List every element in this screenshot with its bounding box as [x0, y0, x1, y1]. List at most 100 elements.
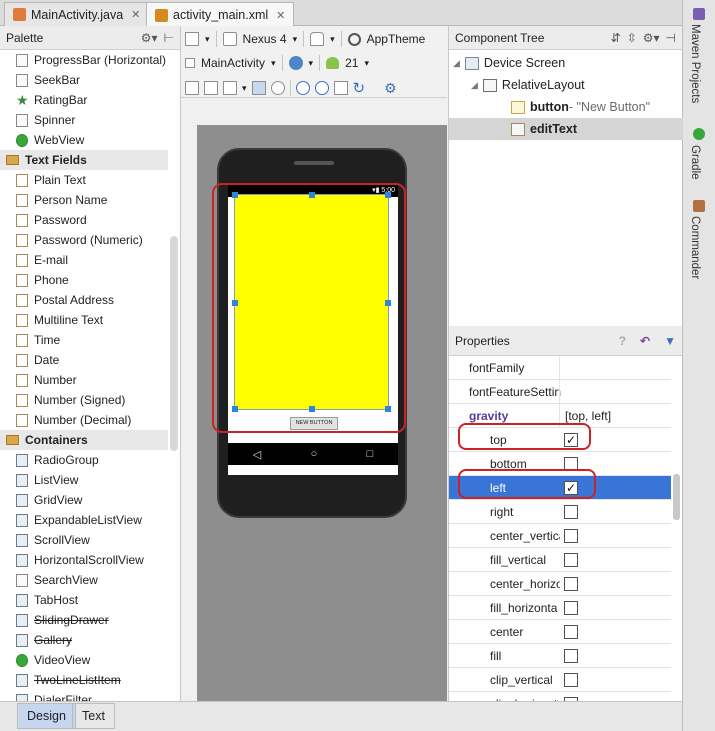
- checkbox[interactable]: [564, 625, 578, 639]
- palette-item[interactable]: Phone: [0, 270, 168, 290]
- palette-item[interactable]: Postal Address: [0, 290, 168, 310]
- checkbox[interactable]: [564, 505, 578, 519]
- checkbox[interactable]: [564, 601, 578, 615]
- palette-item[interactable]: ExpandableListView: [0, 510, 168, 530]
- property-value[interactable]: [559, 380, 671, 404]
- screenshot-icon[interactable]: [333, 81, 348, 95]
- layout-file-icon[interactable]: [185, 32, 199, 46]
- property-value[interactable]: [559, 620, 671, 644]
- palette-item[interactable]: Date: [0, 350, 168, 370]
- palette-item[interactable]: GridView: [0, 490, 168, 510]
- tree-node-device-screen[interactable]: ◢ Device Screen: [453, 52, 565, 74]
- property-value[interactable]: [559, 692, 671, 701]
- gear-icon[interactable]: ⚙▾: [643, 31, 660, 45]
- tree-node-relativelayout[interactable]: ◢ RelativeLayout: [471, 74, 585, 96]
- properties-scrollbar[interactable]: [673, 474, 680, 520]
- palette-scrollbar[interactable]: [170, 236, 178, 451]
- zoom-out-icon[interactable]: [314, 81, 329, 95]
- zoom-fit-height-icon[interactable]: [204, 81, 218, 95]
- tab-text[interactable]: Text: [72, 703, 115, 729]
- orientation-icon[interactable]: [310, 32, 325, 46]
- property-value[interactable]: [559, 356, 671, 380]
- palette-item[interactable]: ListView: [0, 470, 168, 490]
- property-value[interactable]: [559, 500, 671, 524]
- zoom-fit-icon[interactable]: [223, 81, 237, 95]
- hide-panel-icon[interactable]: ⊣: [666, 31, 676, 45]
- close-icon[interactable]: ✕: [131, 8, 140, 21]
- property-value[interactable]: [559, 596, 671, 620]
- settings-gear-icon[interactable]: ⚙: [384, 80, 397, 97]
- palette-item[interactable]: Spinner: [0, 110, 168, 130]
- checkbox[interactable]: [564, 577, 578, 591]
- palette-item[interactable]: Number (Decimal): [0, 410, 168, 430]
- hide-panel-icon[interactable]: ⊢: [164, 31, 174, 45]
- palette-item[interactable]: Password: [0, 210, 168, 230]
- palette-item[interactable]: Number: [0, 370, 168, 390]
- property-value[interactable]: [559, 668, 671, 692]
- palette-item[interactable]: HorizontalScrollView: [0, 550, 168, 570]
- filter-icon[interactable]: ▼: [664, 334, 676, 348]
- maven-projects-tab[interactable]: Maven Projects: [689, 24, 701, 103]
- palette-item[interactable]: ProgressBar (Horizontal): [0, 50, 168, 70]
- api-level-selector[interactable]: 21: [345, 56, 358, 70]
- tab-activity-main-xml[interactable]: activity_main.xml ✕: [146, 2, 295, 27]
- activity-selector[interactable]: MainActivity: [201, 56, 265, 70]
- property-value[interactable]: [559, 524, 671, 548]
- property-value[interactable]: [559, 644, 671, 668]
- refresh-icon[interactable]: ↻: [353, 79, 366, 97]
- palette-item[interactable]: VideoView: [0, 650, 168, 670]
- property-row-right[interactable]: right: [449, 500, 671, 524]
- property-row-center[interactable]: center: [449, 620, 671, 644]
- palette-item[interactable]: WebView: [0, 130, 168, 150]
- tree-node-button[interactable]: button - "New Button": [511, 96, 650, 118]
- property-row-clip-vertical[interactable]: clip_vertical: [449, 668, 671, 692]
- palette-item[interactable]: DialerFilter: [0, 690, 168, 701]
- palette-item[interactable]: Gallery: [0, 630, 168, 650]
- zoom-fit-width-icon[interactable]: [185, 81, 199, 95]
- close-icon[interactable]: ✕: [276, 9, 285, 22]
- tab-mainactivity-java[interactable]: MainActivity.java ✕: [4, 2, 150, 26]
- palette-category[interactable]: Text Fields: [0, 150, 168, 170]
- property-row-fill-horizonta[interactable]: fill_horizonta: [449, 596, 671, 620]
- palette-item[interactable]: Time: [0, 330, 168, 350]
- tab-design[interactable]: Design: [17, 703, 76, 729]
- zoom-in-icon[interactable]: [295, 81, 310, 95]
- tree-node-edittext[interactable]: editText: [511, 118, 577, 140]
- palette-item[interactable]: TwoLineListItem: [0, 670, 168, 690]
- palette-item[interactable]: TabHost: [0, 590, 168, 610]
- zoom-100-icon[interactable]: [270, 81, 285, 95]
- palette-category[interactable]: Containers: [0, 430, 168, 450]
- checkbox[interactable]: [564, 529, 578, 543]
- theme-selector[interactable]: AppTheme: [367, 32, 426, 46]
- property-value[interactable]: [559, 548, 671, 572]
- property-row-fontFamily[interactable]: fontFamily: [449, 356, 671, 380]
- locale-globe-icon[interactable]: [288, 56, 303, 70]
- help-icon[interactable]: ?: [619, 334, 626, 348]
- expand-all-icon[interactable]: ⇵: [611, 31, 621, 45]
- gear-icon[interactable]: ⚙▾: [141, 31, 158, 45]
- property-row-fill[interactable]: fill: [449, 644, 671, 668]
- device-selector[interactable]: Nexus 4: [243, 32, 287, 46]
- palette-item[interactable]: ScrollView: [0, 530, 168, 550]
- checkbox[interactable]: [564, 649, 578, 663]
- palette-item[interactable]: SearchView: [0, 570, 168, 590]
- palette-item[interactable]: SlidingDrawer: [0, 610, 168, 630]
- property-value[interactable]: [559, 572, 671, 596]
- palette-item[interactable]: Number (Signed): [0, 390, 168, 410]
- commander-tab[interactable]: Commander: [689, 216, 701, 279]
- collapse-all-icon[interactable]: ⇳: [627, 31, 637, 45]
- undo-icon[interactable]: ↶: [640, 334, 650, 348]
- palette-item[interactable]: Plain Text: [0, 170, 168, 190]
- palette-item[interactable]: RadioGroup: [0, 450, 168, 470]
- property-row-fontFeatureSettin[interactable]: fontFeatureSettin: [449, 380, 671, 404]
- palette-item[interactable]: Password (Numeric): [0, 230, 168, 250]
- gradle-tab[interactable]: Gradle: [689, 145, 701, 180]
- palette-item[interactable]: ★ RatingBar: [0, 90, 168, 110]
- property-row-fill-vertical[interactable]: fill_vertical: [449, 548, 671, 572]
- palette-item[interactable]: E-mail: [0, 250, 168, 270]
- property-row-clip-horizont[interactable]: clip_horizont: [449, 692, 671, 701]
- palette-item[interactable]: Multiline Text: [0, 310, 168, 330]
- checkbox[interactable]: [564, 553, 578, 567]
- property-row-center-vertica[interactable]: center_vertica: [449, 524, 671, 548]
- palette-item[interactable]: SeekBar: [0, 70, 168, 90]
